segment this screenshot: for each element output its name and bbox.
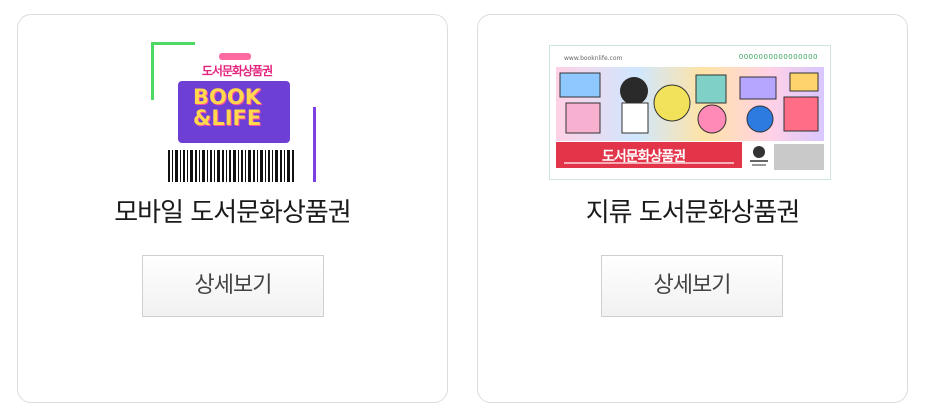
book-life-panel: BOOK &LIFE bbox=[178, 81, 290, 143]
paper-gift-card-image: www.booknlife.com 0000000000000000 도서문화상… bbox=[549, 45, 831, 180]
paper-card-subline bbox=[564, 162, 734, 164]
barcode-icon bbox=[168, 150, 294, 182]
illustration-scene bbox=[556, 67, 824, 141]
brand-tag bbox=[219, 53, 251, 60]
paper-card-detail-button[interactable]: 상세보기 bbox=[601, 255, 783, 317]
paper-card-serial: 0000000000000000 bbox=[738, 53, 818, 61]
mobile-card-detail-button[interactable]: 상세보기 bbox=[142, 255, 324, 317]
book-life-logo: BOOK &LIFE bbox=[193, 87, 261, 129]
green-accent-line bbox=[151, 42, 195, 45]
product-card-mobile: 도서문화상품권 BOOK &LIFE 모바일 도서문화상품권 상세보기 bbox=[17, 14, 448, 403]
scratch-area bbox=[774, 144, 824, 170]
book-life-line1: BOOK bbox=[193, 85, 261, 109]
stamp-icon bbox=[750, 146, 768, 166]
mobile-card-brand: 도서문화상품권 bbox=[201, 64, 273, 78]
book-life-line2: &LIFE bbox=[193, 106, 262, 130]
mobile-card-title: 모바일 도서문화상품권 bbox=[114, 198, 351, 228]
purple-accent-bar bbox=[313, 107, 316, 182]
paper-card-brand-bar: 도서문화상품권 bbox=[556, 142, 742, 168]
product-card-paper: www.booknlife.com 0000000000000000 도서문화상… bbox=[477, 14, 908, 403]
paper-card-url: www.booknlife.com bbox=[564, 55, 623, 62]
mobile-gift-card-image: 도서문화상품권 BOOK &LIFE bbox=[151, 42, 316, 182]
paper-card-title: 지류 도서문화상품권 bbox=[585, 198, 801, 228]
illustration-art-icon bbox=[559, 72, 819, 134]
green-accent-bar bbox=[151, 42, 154, 100]
